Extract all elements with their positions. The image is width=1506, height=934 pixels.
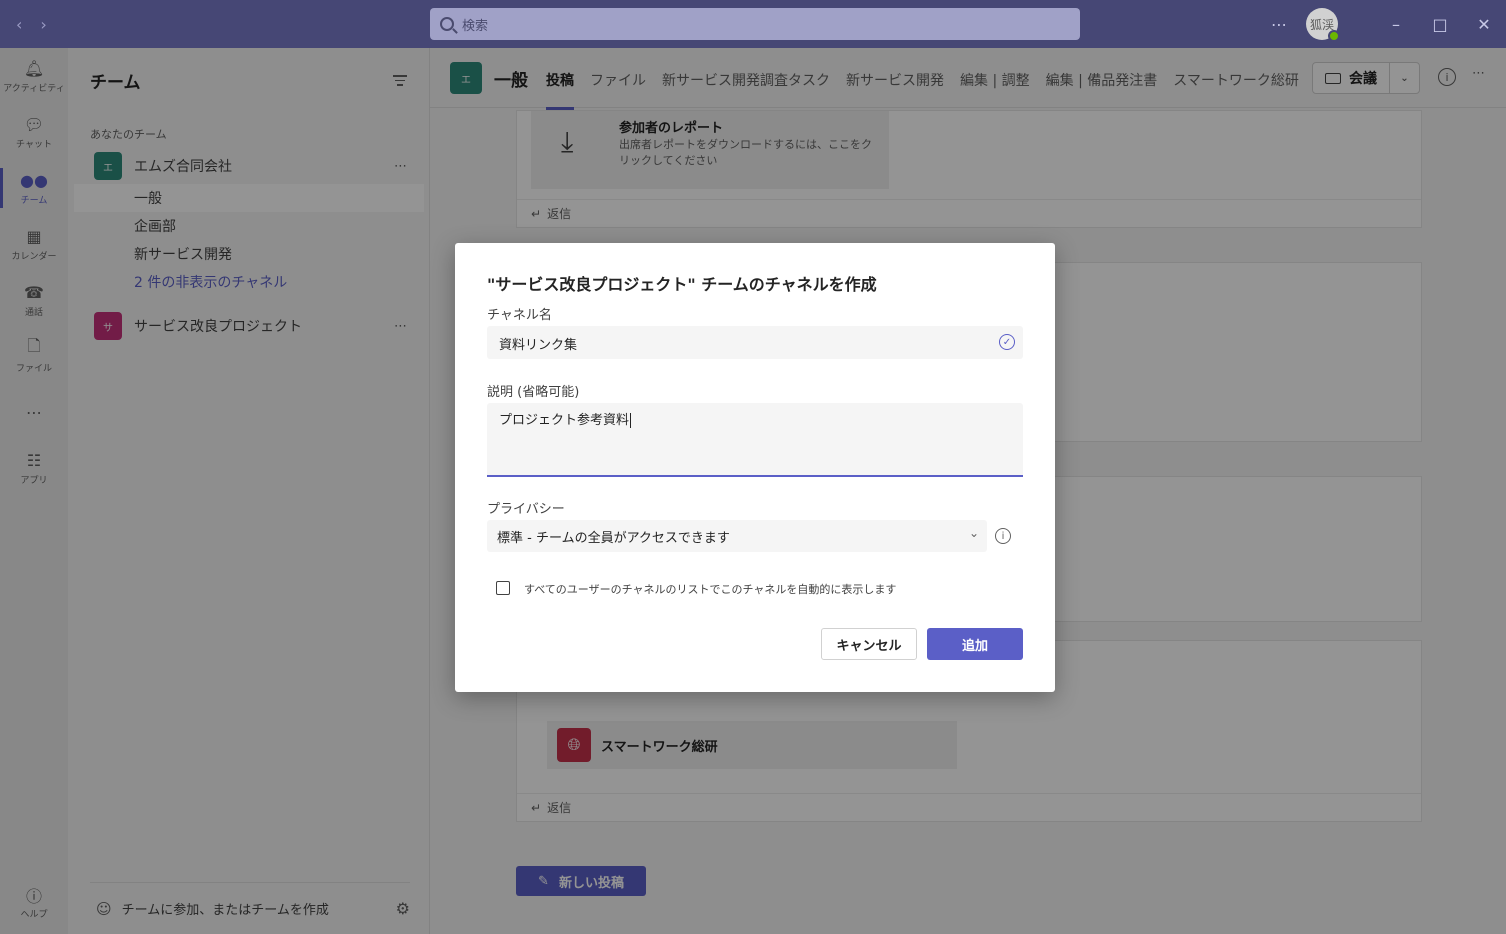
dialog-title: "サービス改良プロジェクト" チームのチャネルを作成 bbox=[487, 275, 877, 294]
description-value: プロジェクト参考資料 bbox=[499, 413, 630, 428]
chevron-down-icon: ⌄ bbox=[968, 526, 979, 540]
privacy-label: プライバシー bbox=[487, 502, 565, 517]
create-channel-dialog: "サービス改良プロジェクト" チームのチャネルを作成 チャネル名 資料リンク集 … bbox=[455, 243, 1055, 692]
nav-arrows: ‹ › bbox=[16, 15, 47, 34]
presence-available-icon bbox=[1328, 30, 1340, 42]
search-placeholder: 検索 bbox=[462, 18, 489, 34]
channel-name-label: チャネル名 bbox=[487, 308, 552, 323]
auto-show-checkbox[interactable] bbox=[496, 581, 510, 595]
add-button[interactable]: 追加 bbox=[927, 628, 1023, 660]
check-circle-icon: ✓ bbox=[999, 334, 1015, 350]
title-bar: ‹ › 検索 ⋯ 狐渓 – □ ✕ bbox=[0, 0, 1506, 48]
channel-name-value: 資料リンク集 bbox=[499, 338, 578, 353]
settings-more-icon[interactable]: ⋯ bbox=[1271, 15, 1288, 34]
privacy-value: 標準 - チームの全員がアクセスできます bbox=[497, 530, 730, 546]
description-label: 説明 (省略可能) bbox=[487, 385, 580, 400]
back-icon[interactable]: ‹ bbox=[16, 15, 22, 34]
cancel-button[interactable]: キャンセル bbox=[821, 628, 917, 660]
privacy-info-icon[interactable]: i bbox=[995, 528, 1011, 544]
close-icon[interactable]: ✕ bbox=[1462, 0, 1506, 48]
search-icon bbox=[440, 17, 454, 31]
minimize-icon[interactable]: – bbox=[1374, 0, 1418, 48]
privacy-dropdown[interactable]: 標準 - チームの全員がアクセスできます ⌄ bbox=[487, 520, 987, 552]
auto-show-label: すべてのユーザーのチャネルのリストでこのチャネルを自動的に表示します bbox=[524, 583, 897, 596]
avatar[interactable]: 狐渓 bbox=[1306, 8, 1340, 42]
maximize-icon[interactable]: □ bbox=[1418, 0, 1462, 48]
search-input[interactable]: 検索 bbox=[430, 8, 1080, 40]
description-textarea[interactable]: プロジェクト参考資料 bbox=[487, 403, 1023, 477]
forward-icon[interactable]: › bbox=[40, 15, 46, 34]
channel-name-input[interactable]: 資料リンク集 ✓ bbox=[487, 326, 1023, 359]
